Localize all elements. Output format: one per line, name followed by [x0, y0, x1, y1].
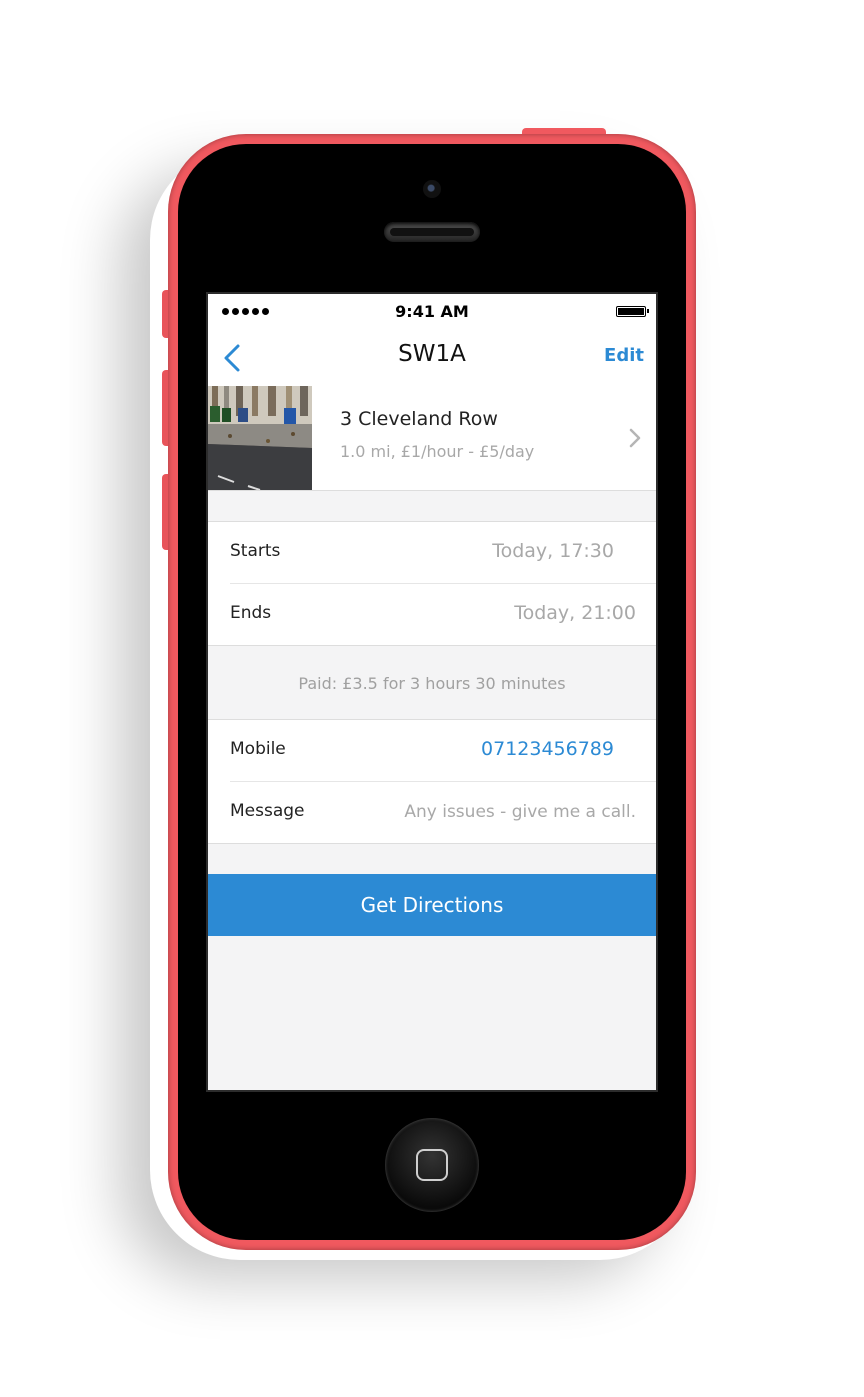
navigation-bar: SW1A Edit — [208, 330, 656, 387]
listing-address: 3 Cleveland Row — [340, 408, 498, 430]
message-label: Message — [230, 801, 305, 821]
street-photo — [208, 386, 312, 490]
mobile-number-link[interactable]: 07123456789 — [481, 738, 614, 760]
booking-times-group: Starts Today, 17:30 Ends Today, 21:00 — [208, 521, 656, 646]
mobile-label: Mobile — [230, 739, 286, 759]
status-bar: 9:41 AM — [208, 294, 656, 330]
page-title: SW1A — [398, 341, 466, 367]
ends-label: Ends — [230, 603, 272, 623]
status-time: 9:41 AM — [395, 302, 469, 321]
home-button[interactable] — [385, 1118, 479, 1212]
starts-label: Starts — [230, 541, 281, 561]
get-directions-button[interactable]: Get Directions — [208, 874, 656, 936]
earpiece-speaker — [384, 222, 480, 242]
contact-group: Mobile 07123456789 Message Any issues - … — [208, 719, 656, 844]
home-square-icon — [416, 1149, 448, 1181]
battery-icon — [616, 306, 649, 317]
ends-row: Ends Today, 21:00 — [230, 583, 656, 645]
parking-listing[interactable]: 3 Cleveland Row 1.0 mi, £1/hour - £5/day — [208, 386, 656, 491]
mobile-row: Mobile 07123456789 — [208, 720, 656, 781]
app-screen: 9:41 AM SW1A Edit 3 Cleveland Row 1.0 mi… — [206, 292, 658, 1092]
starts-row: Starts Today, 17:30 — [208, 522, 656, 583]
starts-value: Today, 17:30 — [492, 540, 614, 562]
front-camera — [423, 180, 441, 198]
chevron-right-icon — [629, 428, 641, 448]
payment-summary: Paid: £3.5 for 3 hours 30 minutes — [298, 674, 566, 693]
edit-button[interactable]: Edit — [604, 345, 644, 366]
ends-value: Today, 21:00 — [514, 602, 636, 624]
listing-details: 1.0 mi, £1/hour - £5/day — [340, 442, 535, 461]
message-value: Any issues - give me a call. — [404, 802, 636, 822]
message-row: Message Any issues - give me a call. — [230, 781, 656, 843]
